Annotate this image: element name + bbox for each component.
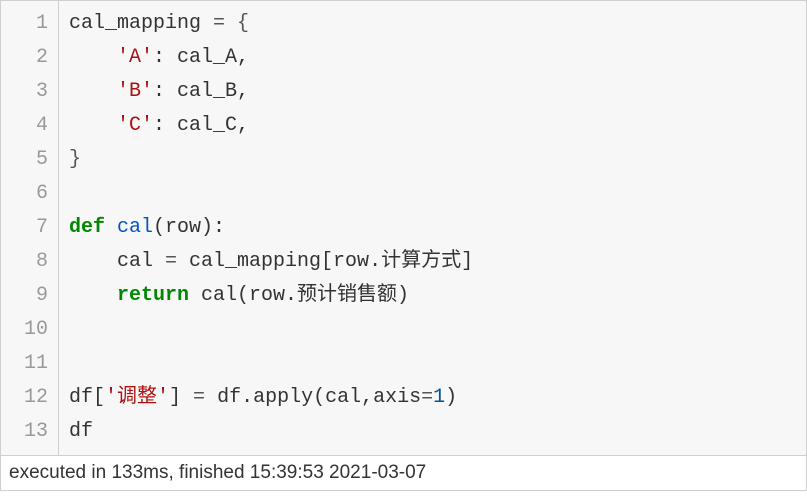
line-number: 13: [5, 415, 48, 449]
line-number: 10: [5, 313, 48, 347]
line-number: 9: [5, 279, 48, 313]
line-number: 1: [5, 7, 48, 41]
code-line: def cal(row):: [69, 211, 798, 245]
line-number: 5: [5, 143, 48, 177]
code-line: 'A': cal_A,: [69, 41, 798, 75]
code-cell: 1 2 3 4 5 6 7 8 9 10 11 12 13 cal_mappin…: [0, 0, 807, 456]
code-line: [69, 347, 798, 381]
line-number-gutter: 1 2 3 4 5 6 7 8 9 10 11 12 13: [1, 1, 59, 455]
code-line: cal = cal_mapping[row.计算方式]: [69, 245, 798, 279]
line-number: 7: [5, 211, 48, 245]
code-line: cal_mapping = {: [69, 7, 798, 41]
line-number: 4: [5, 109, 48, 143]
code-line: }: [69, 143, 798, 177]
line-number: 3: [5, 75, 48, 109]
execution-status: executed in 133ms, finished 15:39:53 202…: [0, 456, 807, 491]
code-line: 'C': cal_C,: [69, 109, 798, 143]
line-number: 11: [5, 347, 48, 381]
line-number: 8: [5, 245, 48, 279]
line-number: 2: [5, 41, 48, 75]
code-line: return cal(row.预计销售额): [69, 279, 798, 313]
line-number: 12: [5, 381, 48, 415]
line-number: 6: [5, 177, 48, 211]
code-line: 'B': cal_B,: [69, 75, 798, 109]
code-line: df: [69, 415, 798, 449]
code-line: [69, 177, 798, 211]
code-editor[interactable]: cal_mapping = { 'A': cal_A, 'B': cal_B, …: [59, 1, 806, 455]
code-line: [69, 313, 798, 347]
code-line: df['调整'] = df.apply(cal,axis=1): [69, 381, 798, 415]
